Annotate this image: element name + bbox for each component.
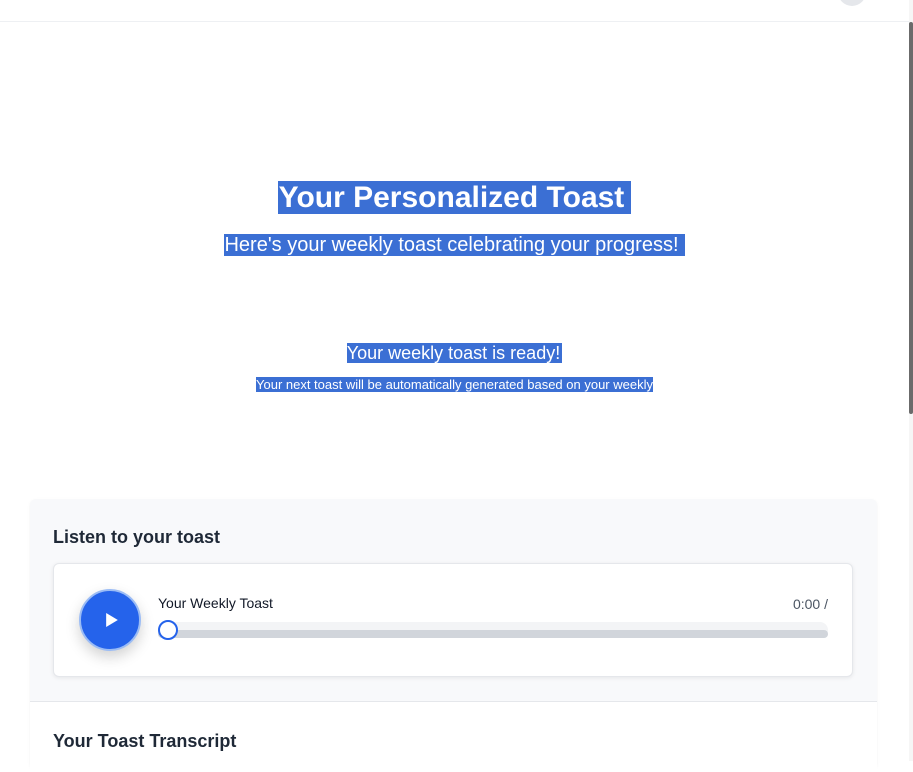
avatar[interactable] <box>838 0 866 6</box>
track-time: 0:00 / <box>792 596 828 612</box>
audio-player: Your Weekly Toast 0:00 / <box>53 563 853 677</box>
scrollbar-thumb[interactable] <box>909 22 913 414</box>
next-toast-note: Your next toast will be automatically ge… <box>256 377 653 392</box>
page-subtitle-wrap: Here's your weekly toast celebrating you… <box>0 231 909 259</box>
play-button[interactable] <box>79 589 141 651</box>
track-title: Your Weekly Toast <box>158 595 273 611</box>
next-toast-note-wrap: Your next toast will be automatically ge… <box>0 375 909 394</box>
listen-heading: Listen to your toast <box>53 527 221 547</box>
transcript-section: Your Toast Transcript <box>30 702 877 772</box>
ready-message: Your weekly toast is ready! <box>346 343 563 363</box>
page-title-wrap: Your Personalized Toast <box>0 178 909 217</box>
page-title: Your Personalized Toast <box>277 181 632 214</box>
progress-slider[interactable] <box>158 620 828 640</box>
play-icon <box>105 613 118 627</box>
toast-panel: Listen to your toast Your Weekly Toast 0… <box>30 499 877 772</box>
page-subtitle: Here's your weekly toast celebrating you… <box>224 234 685 256</box>
progress-knob[interactable] <box>158 620 178 640</box>
ready-message-wrap: Your weekly toast is ready! <box>0 340 909 366</box>
top-bar <box>0 0 910 22</box>
progress-rail <box>158 630 828 638</box>
transcript-heading: Your Toast Transcript <box>53 731 237 751</box>
